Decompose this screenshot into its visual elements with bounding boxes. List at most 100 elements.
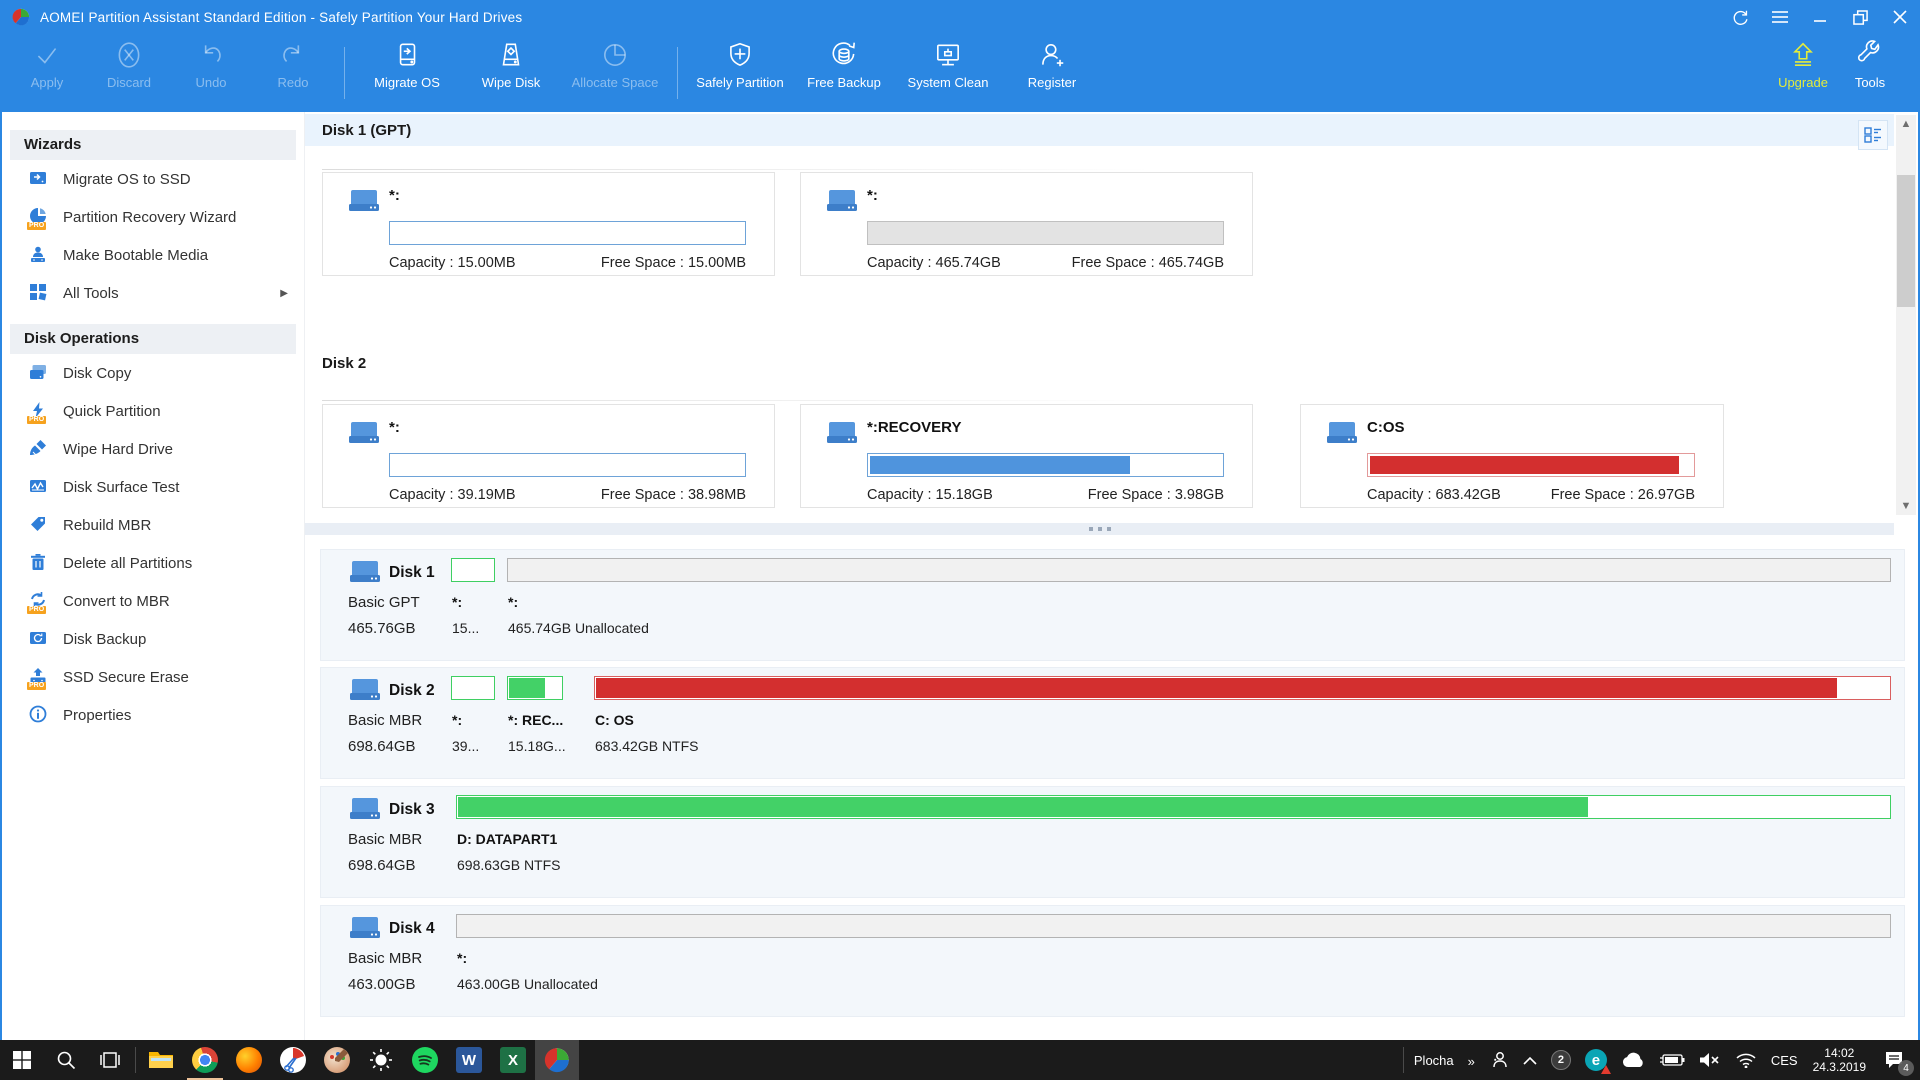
sidebar-item-quick-partition[interactable]: PRO Quick Partition	[2, 392, 304, 430]
spotify-button[interactable]	[403, 1040, 447, 1080]
partition-card-disk2-recovery[interactable]: *:RECOVERY Capacity : 15.18GB Free Space…	[800, 404, 1253, 508]
action-center-button[interactable]: 4	[1874, 1040, 1914, 1080]
sidebar-item-delete-all-partitions[interactable]: Delete all Partitions	[2, 544, 304, 582]
main-content: Disk 1 (GPT) *: Capacity : 15.00MB Free …	[305, 112, 1918, 1040]
refresh-icon[interactable]	[1720, 0, 1760, 34]
aomei-app-icon	[544, 1047, 570, 1073]
sidebar-item-rebuild-mbr[interactable]: Rebuild MBR	[2, 506, 304, 544]
menu-icon[interactable]	[1760, 0, 1800, 34]
apply-button[interactable]: Apply	[6, 40, 88, 106]
aomei-taskbar-button[interactable]	[535, 1040, 579, 1080]
hidden-icons-chevron[interactable]	[1516, 1040, 1544, 1080]
disk-row-2[interactable]: Disk 2 Basic MBR 698.64GB *: 39... *: RE…	[320, 667, 1905, 779]
redo-button[interactable]: Redo	[252, 40, 334, 106]
close-icon[interactable]	[1880, 0, 1920, 34]
word-button[interactable]: W	[447, 1040, 491, 1080]
sidebar-item-wipe-hard-drive[interactable]: Wipe Hard Drive	[2, 430, 304, 468]
sidebar-item-ssd-secure-erase[interactable]: PRO SSD Secure Erase	[2, 658, 304, 696]
wifi-icon[interactable]	[1728, 1040, 1764, 1080]
partition-card-disk2-p1[interactable]: *: Capacity : 39.19MB Free Space : 38.98…	[322, 404, 775, 508]
register-button[interactable]: Register	[1000, 40, 1104, 106]
desktop-toolbar-label[interactable]: Plocha	[1407, 1040, 1461, 1080]
sidebar-item-disk-surface-test[interactable]: Disk Surface Test	[2, 468, 304, 506]
people-icon[interactable]	[1482, 1040, 1516, 1080]
partition-block[interactable]: C: OS 683.42GB NTFS	[594, 676, 1891, 772]
partition-block[interactable]: *: 15...	[451, 558, 500, 654]
sidebar-item-disk-copy[interactable]: Disk Copy	[2, 354, 304, 392]
partition-free-space: Free Space : 3.98GB	[1088, 487, 1224, 503]
allocate-space-button[interactable]: Allocate Space	[563, 40, 667, 106]
paint-button[interactable]	[315, 1040, 359, 1080]
onedrive-icon[interactable]	[1614, 1040, 1652, 1080]
sidebar-item-migrate-os-to-ssd[interactable]: Migrate OS to SSD	[2, 160, 304, 198]
system-clean-button[interactable]: System Clean	[896, 40, 1000, 106]
partition-card-disk1-p2[interactable]: *: Capacity : 465.74GB Free Space : 465.…	[800, 172, 1253, 276]
discard-button[interactable]: Discard	[88, 40, 170, 106]
tray-app-icon[interactable]: 2	[1544, 1040, 1578, 1080]
language-indicator[interactable]: CES	[1764, 1040, 1805, 1080]
taskbar-separator	[135, 1047, 136, 1073]
undo-button[interactable]: Undo	[170, 40, 252, 106]
view-toggle-button[interactable]	[1858, 120, 1888, 150]
volume-muted-icon[interactable]	[1692, 1040, 1728, 1080]
firefox-button[interactable]	[227, 1040, 271, 1080]
scroll-up-icon[interactable]: ▲	[1896, 115, 1916, 133]
file-explorer-button[interactable]	[139, 1040, 183, 1080]
battery-icon[interactable]	[1652, 1040, 1692, 1080]
disk-row-4[interactable]: Disk 4 Basic MBR 463.00GB *: 463.00GB Un…	[320, 905, 1905, 1017]
search-button[interactable]	[44, 1040, 88, 1080]
start-button[interactable]	[0, 1040, 44, 1080]
partition-drive-icon	[1325, 421, 1359, 447]
partition-capacity: Capacity : 15.18GB	[867, 487, 993, 503]
disk1-panel-header[interactable]: Disk 1 (GPT)	[305, 114, 1894, 146]
free-backup-button[interactable]: Free Backup	[792, 40, 896, 106]
partition-size: 683.42GB NTFS	[595, 738, 699, 754]
partition-label: D: DATAPART1	[457, 831, 557, 847]
partition-block[interactable]: *: 465.74GB Unallocated	[507, 558, 1891, 654]
sidebar-item-partition-recovery-wizard[interactable]: PRO Partition Recovery Wizard	[2, 198, 304, 236]
sidebar-item-convert-to-mbr[interactable]: PRO Convert to MBR	[2, 582, 304, 620]
disk-type: Basic MBR	[348, 950, 422, 967]
brightness-app-button[interactable]	[359, 1040, 403, 1080]
minimize-icon[interactable]	[1800, 0, 1840, 34]
sidebar-item-label: All Tools	[63, 285, 119, 302]
vertical-scrollbar[interactable]: ▲ ▼	[1896, 115, 1916, 515]
tools-button[interactable]: Tools	[1838, 40, 1902, 106]
apply-check-icon	[32, 40, 62, 70]
panel-splitter[interactable]	[305, 523, 1894, 535]
partition-card-disk1-p1[interactable]: *: Capacity : 15.00MB Free Space : 15.00…	[322, 172, 775, 276]
disk-row-3[interactable]: Disk 3 Basic MBR 698.64GB D: DATAPART1 6…	[320, 786, 1905, 898]
scroll-down-icon[interactable]: ▼	[1896, 497, 1916, 515]
partition-block[interactable]: *: REC... 15.18G...	[507, 676, 585, 772]
partition-card-disk2-c-os[interactable]: C:OS Capacity : 683.42GB Free Space : 26…	[1300, 404, 1724, 508]
partition-block[interactable]: *: 463.00GB Unallocated	[456, 914, 1891, 1010]
disk-type: Basic MBR	[348, 831, 422, 848]
wipe-disk-button[interactable]: Wipe Disk	[459, 40, 563, 106]
partition-block[interactable]: D: DATAPART1 698.63GB NTFS	[456, 795, 1891, 891]
partition-bar	[456, 914, 1891, 938]
migrate-os-button[interactable]: Migrate OS	[355, 40, 459, 106]
system-tray: Plocha » 2 e CES 14:02 24.3.2019	[1400, 1040, 1920, 1080]
sidebar-item-make-bootable-media[interactable]: Make Bootable Media	[2, 236, 304, 274]
toolbar-overflow-chevron[interactable]: »	[1461, 1040, 1482, 1080]
disk-row-1[interactable]: Disk 1 Basic GPT 465.76GB *: 15... *: 46…	[320, 549, 1905, 661]
eset-tray-icon[interactable]: e	[1578, 1040, 1614, 1080]
sidebar-item-all-tools[interactable]: All Tools ▶	[2, 274, 304, 312]
ball-2-icon: 2	[1551, 1050, 1571, 1070]
clock[interactable]: 14:02 24.3.2019	[1805, 1040, 1874, 1080]
sidebar-item-disk-backup[interactable]: Disk Backup	[2, 620, 304, 658]
window-title: AOMEI Partition Assistant Standard Editi…	[40, 10, 522, 25]
upgrade-button[interactable]: Upgrade	[1768, 40, 1838, 106]
chrome-button[interactable]	[183, 1040, 227, 1080]
partition-bar	[507, 676, 563, 700]
sidebar-item-properties[interactable]: Properties	[2, 696, 304, 734]
sidebar-item-label: Disk Surface Test	[63, 479, 179, 496]
excel-button[interactable]: X	[491, 1040, 535, 1080]
partition-block[interactable]: *: 39...	[451, 676, 500, 772]
task-view-button[interactable]	[88, 1040, 132, 1080]
scrollbar-thumb[interactable]	[1897, 175, 1915, 307]
safely-partition-button[interactable]: Safely Partition	[688, 40, 792, 106]
pro-badge: PRO	[27, 222, 46, 230]
screenshot-tool-button[interactable]	[271, 1040, 315, 1080]
maximize-icon[interactable]	[1840, 0, 1880, 34]
